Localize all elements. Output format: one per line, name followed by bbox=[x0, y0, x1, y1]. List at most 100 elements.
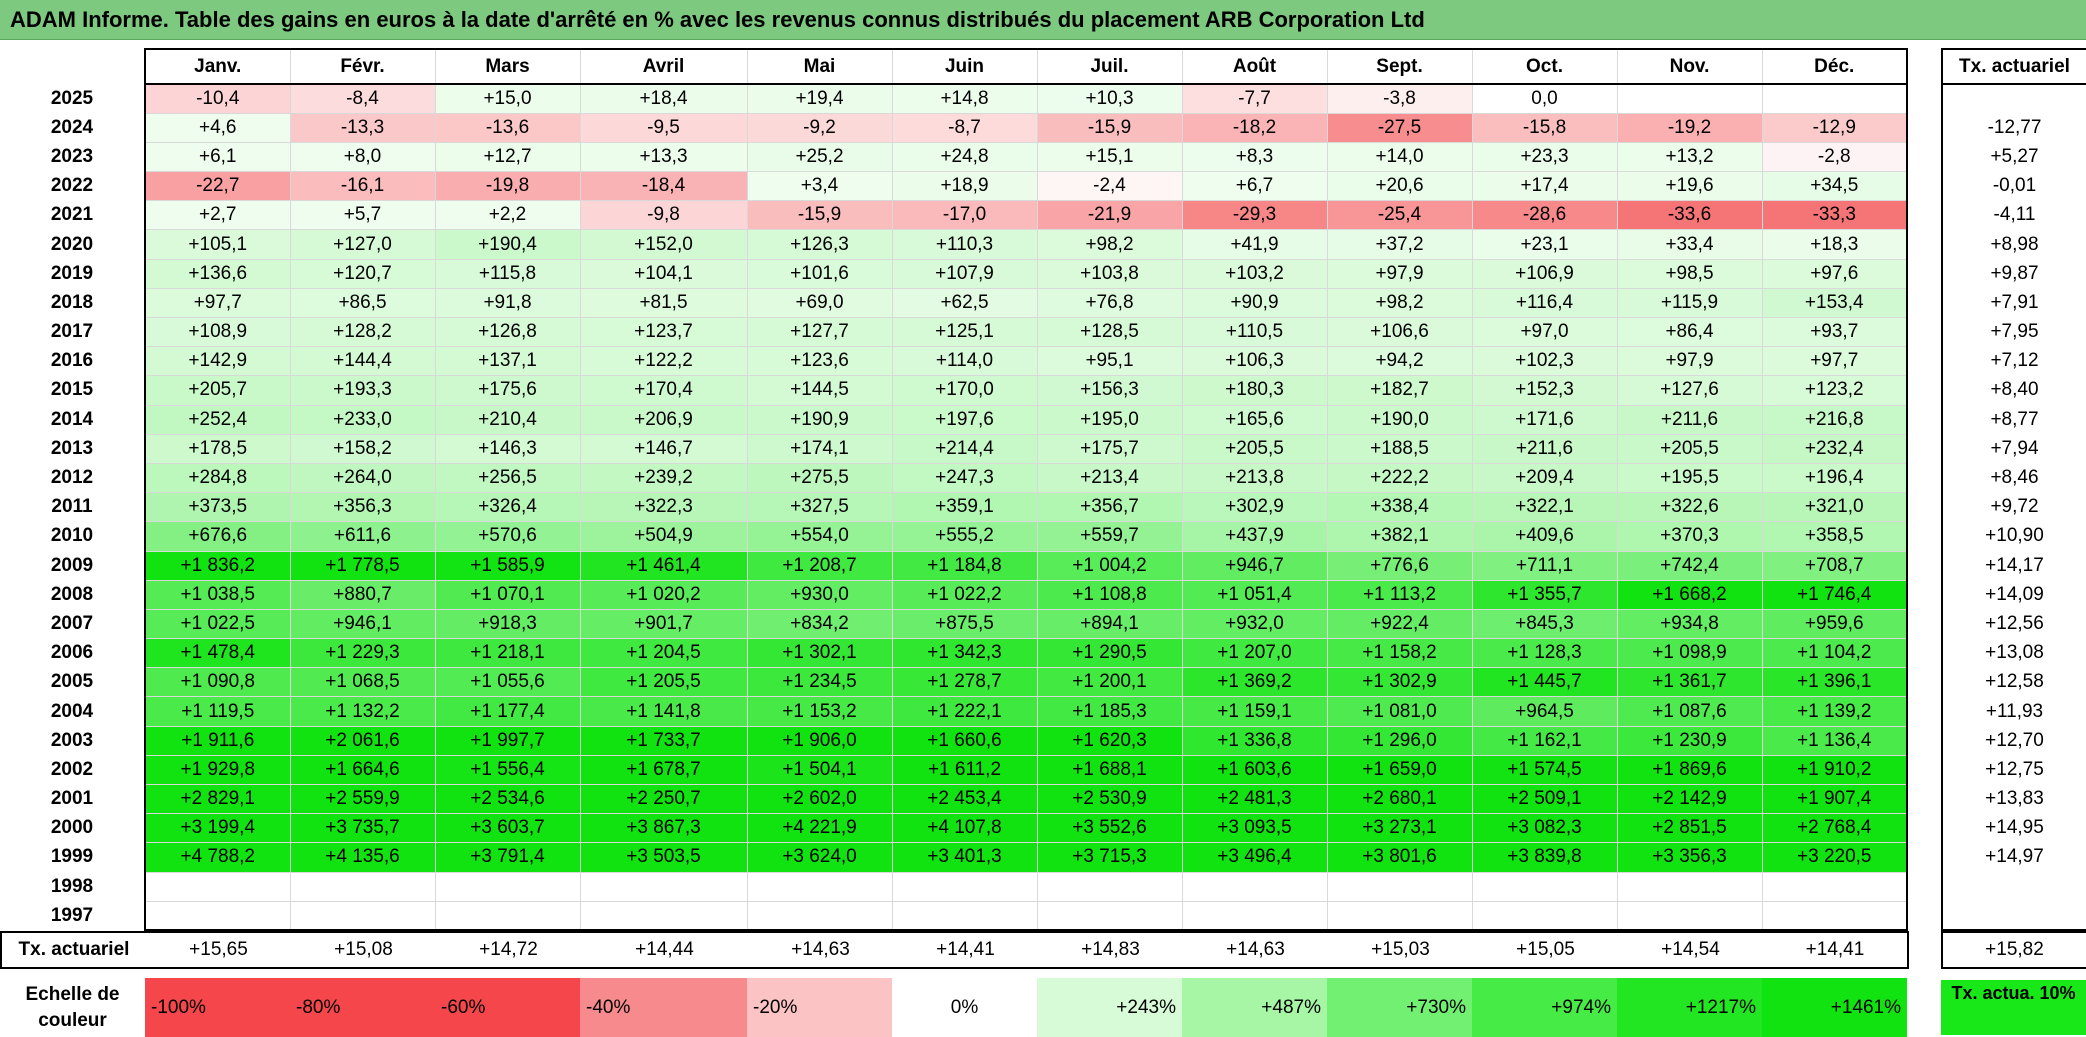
scale-swatch: -40% bbox=[580, 978, 747, 1037]
gain-cell: -8,4 bbox=[289, 83, 436, 114]
tx-actuariel-cell: +9,72 bbox=[1941, 492, 2086, 522]
tx-actuariel-cell: +13,08 bbox=[1941, 638, 2086, 668]
scale-swatch: +487% bbox=[1182, 978, 1327, 1037]
summary-cell: +14,72 bbox=[436, 931, 581, 969]
gain-cell: +555,2 bbox=[891, 521, 1038, 552]
gain-cell: +1 907,4 bbox=[1761, 783, 1908, 815]
year-header bbox=[0, 49, 145, 84]
scale-label: Echelle de couleur bbox=[25, 983, 120, 1031]
year-label: 2003 bbox=[0, 726, 146, 756]
gain-cell: +934,8 bbox=[1616, 608, 1763, 640]
gain-cell: +326,4 bbox=[434, 492, 581, 523]
gain-cell: +894,1 bbox=[1036, 608, 1183, 640]
gain-cell: +170,0 bbox=[891, 375, 1038, 406]
year-label: 2009 bbox=[0, 551, 146, 581]
gain-cell: +1 746,4 bbox=[1761, 579, 1908, 610]
tx-actuariel-cell bbox=[1941, 872, 2086, 902]
gain-cell: +3 199,4 bbox=[144, 813, 291, 844]
gain-cell: -2,8 bbox=[1761, 141, 1908, 173]
month-header: Févr. bbox=[289, 48, 436, 85]
gain-cell: +359,1 bbox=[891, 492, 1038, 523]
gain-cell bbox=[1036, 900, 1183, 932]
gain-cell: +17,4 bbox=[1471, 171, 1618, 202]
gain-cell: +1 218,1 bbox=[434, 638, 581, 669]
summary-cell: +14,83 bbox=[1038, 931, 1183, 969]
gain-cell: +901,7 bbox=[579, 608, 748, 640]
gain-cell: +1 302,9 bbox=[1326, 667, 1473, 698]
gain-cell: +1 055,6 bbox=[434, 667, 581, 698]
gain-cell bbox=[1616, 83, 1763, 114]
month-header: Juin bbox=[891, 48, 1038, 85]
gain-cell: +116,4 bbox=[1471, 287, 1618, 319]
table-row: 2025 -10,4 -8,4 +15,0 +18,4 +19,4 +14,8 +10,3 -7… bbox=[0, 83, 1908, 114]
gain-cell: +15,1 bbox=[1036, 141, 1183, 173]
gain-cell: +178,5 bbox=[144, 433, 291, 464]
summary-total-value: +15,82 bbox=[1941, 931, 2086, 969]
legend-box: Tx. actua. 10% bbox=[1941, 980, 2086, 1035]
gain-cell: +275,5 bbox=[746, 462, 893, 494]
gain-cell: +211,6 bbox=[1471, 433, 1618, 464]
gain-cell: +106,6 bbox=[1326, 316, 1473, 348]
gain-cell: +3 273,1 bbox=[1326, 813, 1473, 844]
gain-cell: +3 093,5 bbox=[1181, 813, 1328, 844]
gain-cell: +97,7 bbox=[1761, 346, 1908, 377]
month-header: Avril bbox=[579, 48, 748, 85]
gain-cell: +23,3 bbox=[1471, 141, 1618, 173]
gain-cell: +875,5 bbox=[891, 608, 1038, 640]
gain-cell: +5,7 bbox=[289, 200, 436, 231]
gain-cell: -17,0 bbox=[891, 200, 1038, 231]
title-bar: ADAM Informe. Table des gains en euros à… bbox=[0, 0, 2086, 40]
tx-actuariel-cell: +12,70 bbox=[1941, 726, 2086, 756]
gain-cell: +3 220,5 bbox=[1761, 842, 1908, 873]
gain-cell: +356,7 bbox=[1036, 492, 1183, 523]
gain-cell: -13,3 bbox=[289, 112, 436, 143]
gain-cell: +232,4 bbox=[1761, 433, 1908, 464]
table-row: 2001 +2 829,1 +2 559,9 +2 534,6 +2 250,7 +2 6… bbox=[0, 783, 1908, 815]
gain-cell: +2 768,4 bbox=[1761, 813, 1908, 844]
gain-cell: +182,7 bbox=[1326, 375, 1473, 406]
gain-cell: +4 221,9 bbox=[746, 813, 893, 844]
gain-cell: +122,2 bbox=[579, 346, 748, 377]
gain-cell: +1 022,2 bbox=[891, 579, 1038, 610]
gain-cell: +104,1 bbox=[579, 258, 748, 289]
year-label: 2022 bbox=[0, 171, 146, 201]
gain-cell: +382,1 bbox=[1326, 521, 1473, 552]
gain-cell: +210,4 bbox=[434, 404, 581, 435]
gain-cell: +19,4 bbox=[746, 83, 893, 114]
gain-cell: +2 453,4 bbox=[891, 783, 1038, 815]
gain-cell: +2,7 bbox=[144, 200, 291, 231]
gain-cell: +69,0 bbox=[746, 287, 893, 319]
gain-cell: +115,9 bbox=[1616, 287, 1763, 319]
gain-cell: +1 296,0 bbox=[1326, 725, 1473, 756]
year-label: 2014 bbox=[0, 405, 146, 435]
tx-actuariel-cell bbox=[1941, 901, 2086, 932]
tx-actuariel-cell: +10,90 bbox=[1941, 521, 2086, 551]
gain-cell: -25,4 bbox=[1326, 200, 1473, 231]
table-row: 1999 +4 788,2 +4 135,6 +3 791,4 +3 503,5 +3 6… bbox=[0, 842, 1908, 873]
gain-cell: +284,8 bbox=[144, 462, 291, 494]
table-row: 2021 +2,7 +5,7 +2,2 -9,8 -15,9 -17,0 -21,9 -29,3… bbox=[0, 200, 1908, 231]
year-label: 2023 bbox=[0, 142, 146, 172]
gain-cell: -10,4 bbox=[144, 83, 291, 114]
gain-cell: +13,3 bbox=[579, 141, 748, 173]
gain-cell: +205,5 bbox=[1181, 433, 1328, 464]
gain-cell: +23,1 bbox=[1471, 229, 1618, 260]
gain-cell: +776,6 bbox=[1326, 550, 1473, 581]
gain-cell: +1 620,3 bbox=[1036, 725, 1183, 756]
gain-cell: +554,0 bbox=[746, 521, 893, 552]
scale-swatch: -100% bbox=[145, 978, 290, 1037]
year-label: 2004 bbox=[0, 696, 146, 727]
gain-cell: +834,2 bbox=[746, 608, 893, 640]
table-row: 2018 +97,7 +86,5 +91,8 +81,5 +69,0 +62,5 +76,8 +… bbox=[0, 287, 1908, 319]
gain-cell: +195,5 bbox=[1616, 462, 1763, 494]
scale-swatch: -80% bbox=[290, 978, 435, 1037]
summary-cell: +15,65 bbox=[146, 931, 291, 969]
gain-cell: +1 733,7 bbox=[579, 725, 748, 756]
summary-label: Tx. actuariel bbox=[0, 931, 146, 969]
gain-cell: +3,4 bbox=[746, 171, 893, 202]
gain-cell: +105,1 bbox=[144, 229, 291, 260]
gain-cell: +156,3 bbox=[1036, 375, 1183, 406]
gain-cell: +708,7 bbox=[1761, 550, 1908, 581]
gain-cell: +86,4 bbox=[1616, 316, 1763, 348]
gain-cell: +206,9 bbox=[579, 404, 748, 435]
